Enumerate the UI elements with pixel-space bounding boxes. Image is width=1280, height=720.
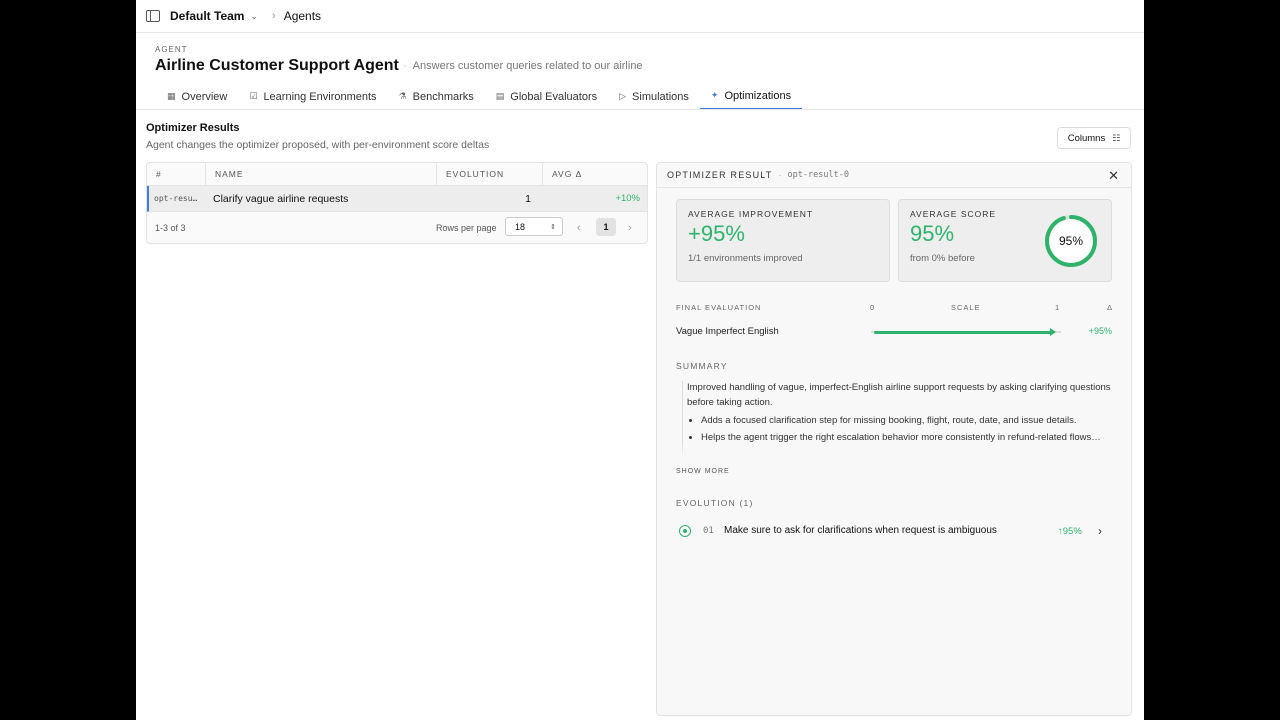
next-page-icon[interactable]: › [628, 222, 632, 234]
document-icon: ▤ [495, 91, 505, 101]
tab-simulations[interactable]: ▷ Simulations [608, 83, 700, 110]
beaker-icon: ⚗ [398, 91, 407, 101]
scale-min-label: 0 [870, 303, 876, 312]
table-row[interactable]: opt-resu… Clarify vague airline requests… [147, 186, 647, 212]
scale-label: SCALE [951, 303, 981, 312]
columns-button[interactable]: Columns ☷ [1057, 127, 1131, 149]
card-label: AVERAGE IMPROVEMENT [688, 209, 814, 219]
evolution-label: EVOLUTION (1) [676, 498, 754, 508]
row-count: 1-3 of 3 [155, 222, 186, 233]
evolution-delta: ↑95% [1058, 526, 1082, 537]
page-number-button[interactable]: 1 [596, 218, 616, 236]
result-id: opt-result-0 [787, 170, 849, 180]
column-header-avg-delta[interactable]: AVG Δ [543, 163, 647, 185]
card-label: AVERAGE SCORE [910, 209, 997, 219]
evolution-item[interactable]: 01 Make sure to ask for clarifications w… [676, 522, 1112, 546]
checkbox-icon: ☑ [249, 91, 258, 101]
columns-button-label: Columns [1067, 132, 1106, 144]
tab-label: Learning Environments [263, 90, 377, 103]
select-arrows-icon: ⇕ [550, 223, 556, 231]
separator-dot: · [778, 170, 782, 180]
summary-bullet: Adds a focused clarification step for mi… [701, 414, 1112, 429]
tab-learning-environments[interactable]: ☑ Learning Environments [238, 83, 387, 110]
columns-icon: ☷ [1112, 132, 1121, 143]
evolution-number: 01 [703, 526, 714, 536]
tab-global-evaluators[interactable]: ▤ Global Evaluators [485, 83, 608, 110]
agent-description: · Answers customer queries related to our… [403, 60, 643, 72]
tab-optimizations[interactable]: ✦ Optimizations [699, 83, 803, 110]
close-icon[interactable]: ✕ [1108, 168, 1119, 184]
agent-description-text: Answers customer queries related to our … [412, 60, 643, 72]
score-ring-label: 95% [1058, 234, 1084, 248]
sparkle-icon: ✦ [710, 90, 719, 100]
page-title: Airline Customer Support Agent [155, 57, 399, 74]
previous-page-icon[interactable]: ‹ [577, 222, 581, 234]
chevron-right-icon: › [272, 10, 276, 22]
rows-per-page-select[interactable]: 18 ⇕ [505, 217, 563, 236]
rows-per-page-label: Rows per page [436, 222, 497, 233]
table-header: # NAME EVOLUTION AVG Δ [147, 163, 647, 186]
average-improvement-value: +95% [688, 221, 745, 246]
panel-header: OPTIMIZER RESULT · opt-result-0 [657, 163, 1131, 188]
breadcrumb-agents[interactable]: Agents [284, 9, 321, 23]
final-evaluation-label: FINAL EVALUATION [676, 303, 762, 312]
chevron-right-icon[interactable]: › [1098, 524, 1102, 538]
app-window: Default Team ⌄ › Agents AGENT Airline Cu… [136, 0, 1144, 720]
score-bar-fill [874, 330, 1052, 334]
table-footer: 1-3 of 3 Rows per page 18 ⇕ ‹ 1 › [147, 212, 647, 243]
optimizer-result-panel: OPTIMIZER RESULT · opt-result-0 ✕ AVERAG… [656, 162, 1132, 716]
panel-title: OPTIMIZER RESULT [667, 170, 773, 180]
evolution-text: Make sure to ask for clarifications when… [724, 525, 997, 536]
delta-label: Δ [1107, 303, 1114, 312]
summary-fade [682, 443, 1112, 459]
card-detail: 1/1 environments improved [688, 253, 803, 264]
tab-label: Overview [181, 90, 228, 103]
agent-tag: AGENT [155, 45, 188, 54]
team-switcher[interactable]: Default Team [170, 9, 244, 23]
section-subtitle: Agent changes the optimizer proposed, wi… [146, 139, 490, 151]
cell-avg-delta: +10% [615, 193, 640, 204]
status-dot-icon [679, 525, 691, 537]
sidebar-toggle-icon[interactable] [146, 10, 160, 22]
section-title: Optimizer Results [146, 122, 240, 134]
column-header-name[interactable]: NAME [206, 163, 437, 185]
play-icon: ▷ [619, 91, 627, 101]
tab-label: Optimizations [724, 89, 792, 102]
tab-benchmarks[interactable]: ⚗ Benchmarks [388, 83, 485, 110]
top-bar: Default Team ⌄ › Agents [136, 0, 1144, 33]
environment-name: Vague Imperfect English [676, 326, 779, 337]
column-header-evolution[interactable]: EVOLUTION [437, 163, 543, 185]
tab-overview[interactable]: ▦ Overview [156, 83, 238, 110]
score-track [871, 328, 1061, 336]
tab-label: Simulations [632, 90, 689, 103]
score-arrow-icon [1049, 328, 1056, 336]
tabs-divider [136, 109, 1144, 110]
tab-label: Global Evaluators [510, 90, 598, 103]
summary-text: Improved handling of vague, imperfect-En… [687, 382, 1111, 408]
scale-max-label: 1 [1055, 303, 1061, 312]
card-detail: from 0% before [910, 253, 975, 264]
summary-bullets: Adds a focused clarification step for mi… [687, 414, 1112, 445]
average-improvement-card: AVERAGE IMPROVEMENT +95% 1/1 environment… [676, 199, 890, 282]
cell-evolution: 1 [525, 192, 531, 205]
tab-label: Benchmarks [412, 90, 474, 103]
grid-icon: ▦ [167, 91, 176, 101]
average-score-value: 95% [910, 221, 955, 246]
results-table: # NAME EVOLUTION AVG Δ opt-resu… Clarify… [146, 162, 648, 244]
chevron-down-icon[interactable]: ⌄ [250, 11, 258, 22]
cell-name: Clarify vague airline requests [213, 192, 349, 205]
summary-label: SUMMARY [676, 361, 728, 371]
environment-delta: +95% [1088, 326, 1112, 336]
tab-bar: ▦ Overview ☑ Learning Environments ⚗ Benchm… [156, 83, 803, 110]
separator-dot: · [403, 60, 407, 72]
cell-id: opt-resu… [154, 194, 198, 203]
average-score-card: AVERAGE SCORE 95% from 0% before 95% [898, 199, 1112, 282]
rows-per-page-value: 18 [515, 221, 526, 232]
show-more-link[interactable]: SHOW MORE [676, 468, 730, 475]
column-header-id[interactable]: # [147, 163, 206, 185]
